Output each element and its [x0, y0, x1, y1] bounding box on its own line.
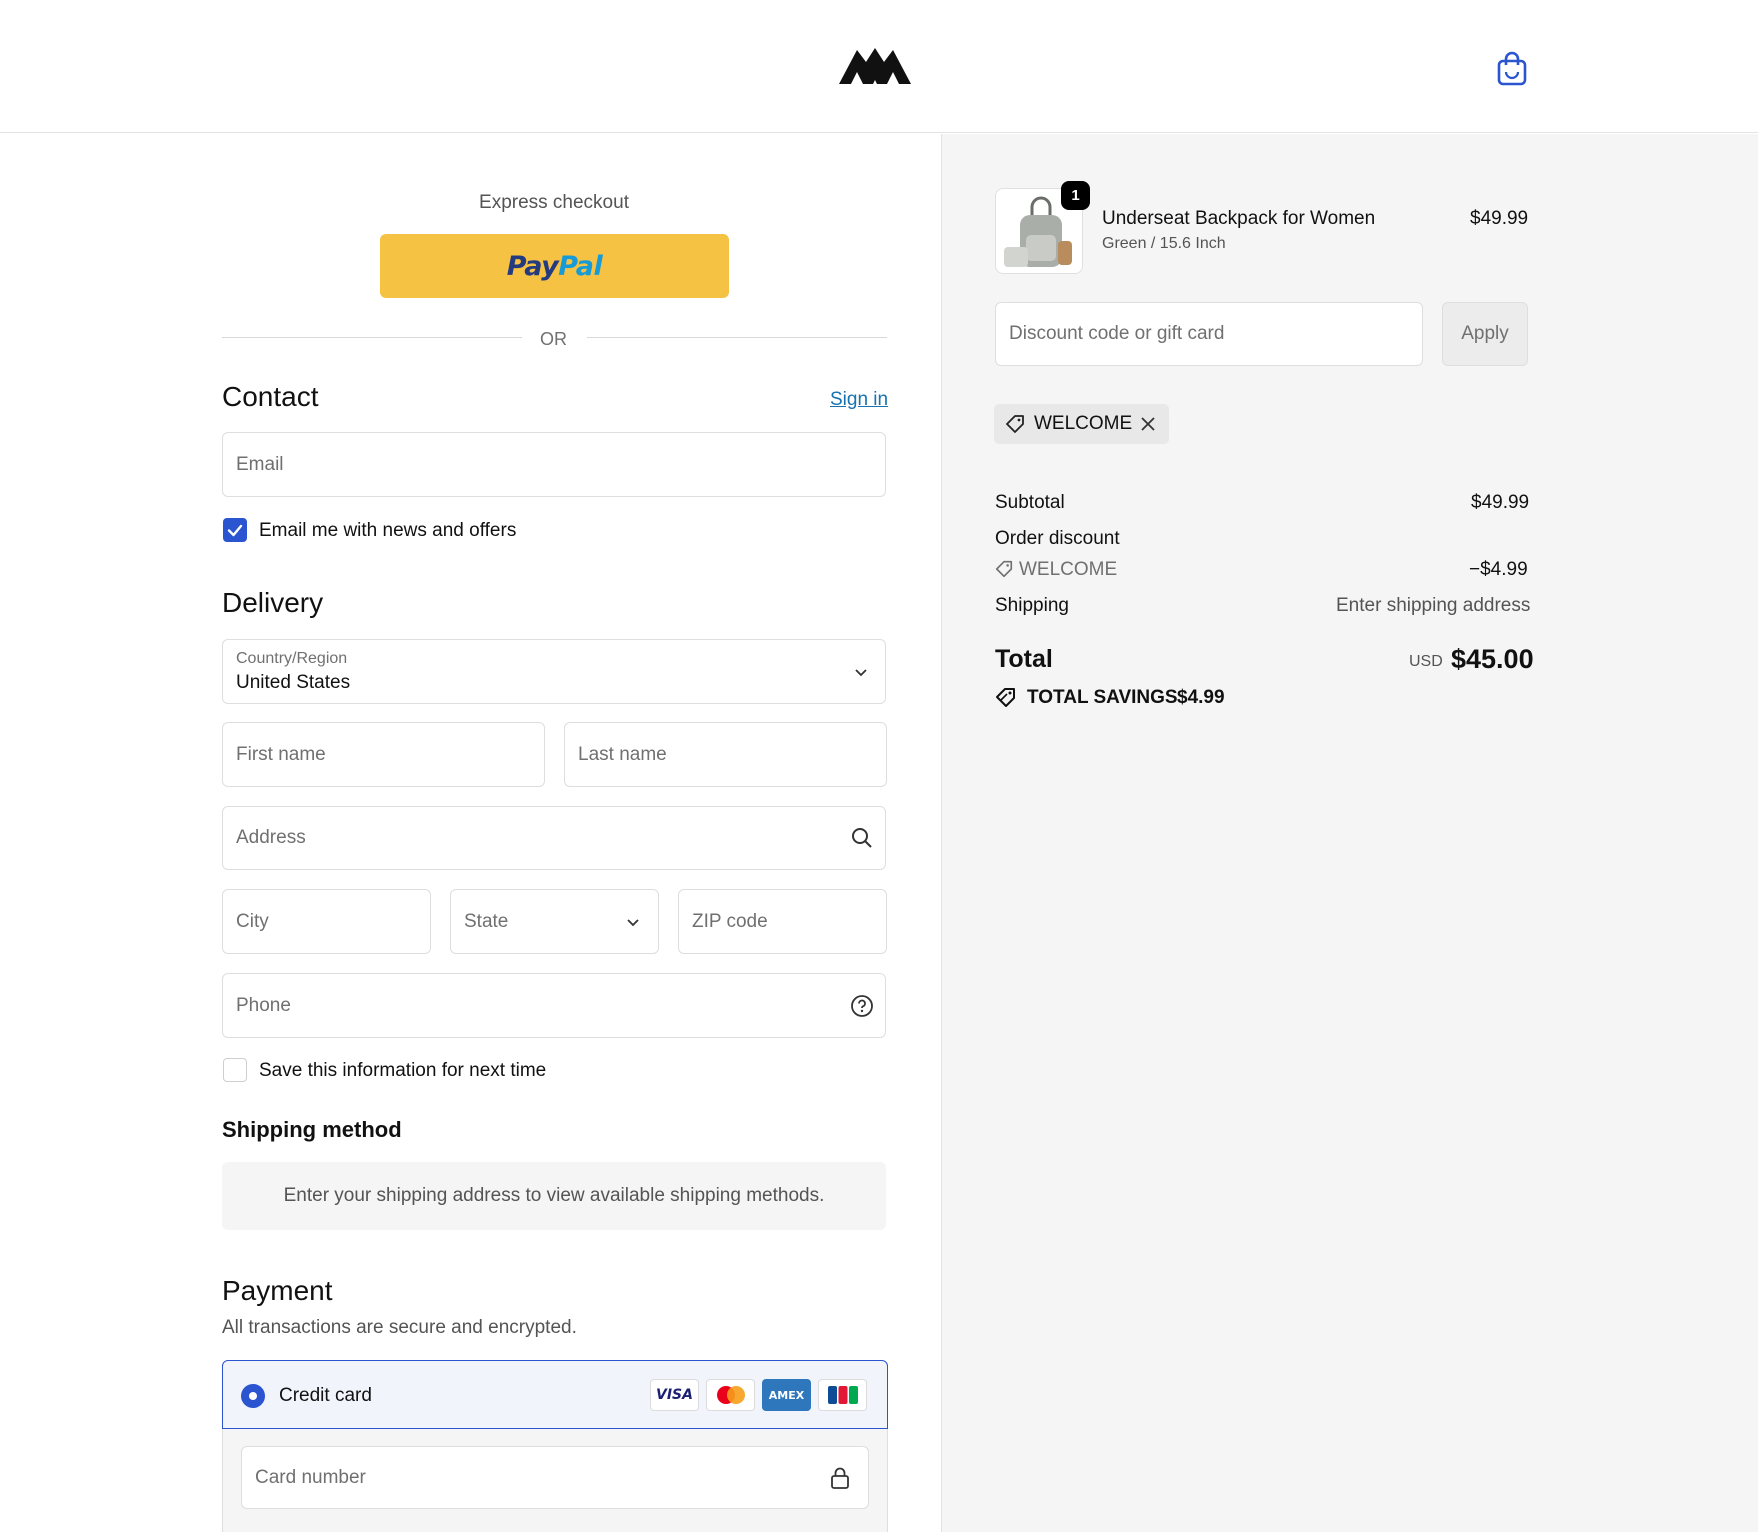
subtotal-label: Subtotal — [995, 492, 1065, 513]
total-label: Total — [995, 645, 1053, 673]
discount-placeholder: Discount code or gift card — [1009, 323, 1225, 344]
savings-tag-icon — [996, 688, 1015, 707]
total-currency: USD — [1409, 653, 1443, 670]
tag-icon — [1006, 415, 1024, 433]
chevron-down-icon — [855, 668, 867, 676]
paypal-logo-pal: Pal — [558, 250, 603, 282]
amex-text: AMEX — [768, 1388, 805, 1402]
shipping-methods-notice: Enter your shipping address to view avai… — [222, 1162, 886, 1230]
shipping-value: Enter shipping address — [1336, 595, 1531, 616]
zip-code-field[interactable]: ZIP code — [678, 889, 887, 954]
payment-subtitle: All transactions are secure and encrypte… — [222, 1317, 577, 1338]
payment-heading: Payment — [222, 1275, 333, 1306]
phone-field[interactable]: Phone — [222, 973, 886, 1038]
apply-discount-button[interactable]: Apply — [1442, 302, 1528, 366]
state-select[interactable]: State — [450, 889, 659, 954]
paypal-logo-pay: Pay — [506, 250, 559, 282]
applied-code-text: WELCOME — [1034, 413, 1133, 434]
sign-in-link[interactable]: Sign in — [830, 389, 888, 411]
country-value: United States — [236, 672, 351, 693]
order-discount-label: Order discount — [995, 528, 1120, 549]
shopping-bag-icon[interactable] — [1495, 50, 1529, 86]
check-icon — [227, 524, 243, 537]
discount-code-field[interactable]: Discount code or gift card — [995, 302, 1423, 366]
save-info-checkbox[interactable] — [223, 1058, 247, 1082]
country-label: Country/Region — [236, 650, 348, 667]
newsletter-label: Email me with news and offers — [259, 520, 517, 541]
card-number-placeholder: Card number — [255, 1466, 366, 1488]
zip-placeholder: ZIP code — [692, 910, 768, 932]
last-name-placeholder: Last name — [578, 743, 667, 765]
quantity-badge: 1 — [1061, 181, 1090, 210]
contact-heading: Contact — [222, 381, 319, 412]
search-icon — [852, 828, 872, 848]
applied-code-chip: WELCOME — [994, 404, 1169, 444]
jcb-logo-icon — [818, 1379, 867, 1411]
newsletter-checkbox[interactable] — [223, 518, 247, 542]
amex-logo-icon: AMEX — [762, 1379, 811, 1411]
paypal-button[interactable]: Pay Pal — [380, 234, 729, 298]
help-icon[interactable] — [850, 994, 874, 1018]
divider-left — [222, 337, 522, 338]
chevron-down-icon — [627, 918, 639, 926]
state-placeholder: State — [464, 910, 509, 932]
mountain-logo-icon[interactable] — [839, 44, 911, 88]
address-field[interactable]: Address — [222, 806, 886, 870]
total-savings-label: TOTAL SAVINGS — [1027, 687, 1178, 708]
product-variant: Green / 15.6 Inch — [1102, 235, 1226, 252]
city-placeholder: City — [236, 910, 269, 932]
total-value: $45.00 — [1451, 644, 1534, 674]
shipping-label: Shipping — [995, 595, 1069, 616]
close-icon[interactable] — [1140, 416, 1156, 432]
credit-card-option[interactable]: Credit card VISA AMEX — [222, 1360, 888, 1429]
email-placeholder: Email — [236, 453, 284, 475]
address-placeholder: Address — [236, 827, 306, 848]
visa-text: VISA — [656, 1387, 693, 1403]
shipping-method-heading: Shipping method — [222, 1117, 402, 1142]
site-header — [0, 0, 1758, 133]
divider-right — [587, 337, 887, 338]
discount-code-label: WELCOME — [1019, 559, 1118, 580]
first-name-field[interactable]: First name — [222, 722, 545, 787]
country-select[interactable]: Country/Region United States — [222, 639, 886, 704]
lock-icon — [831, 1467, 849, 1489]
email-field[interactable]: Email — [222, 432, 886, 497]
city-field[interactable]: City — [222, 889, 431, 954]
product-name: Underseat Backpack for Women — [1102, 208, 1376, 229]
mastercard-logo-icon — [706, 1379, 755, 1411]
delivery-heading: Delivery — [222, 587, 324, 618]
total-savings-value: $4.99 — [1177, 687, 1225, 708]
visa-logo-icon: VISA — [650, 1379, 699, 1411]
phone-placeholder: Phone — [236, 994, 291, 1016]
credit-card-radio[interactable] — [241, 1384, 265, 1408]
tag-icon — [995, 560, 1013, 578]
first-name-placeholder: First name — [236, 743, 326, 765]
last-name-field[interactable]: Last name — [564, 722, 887, 787]
card-details-area: Card number — [222, 1429, 888, 1532]
or-divider-text: OR — [540, 329, 567, 349]
card-number-field[interactable]: Card number — [241, 1446, 869, 1509]
product-price: $49.99 — [1470, 208, 1529, 229]
save-info-label: Save this information for next time — [259, 1060, 547, 1081]
discount-amount: −$4.99 — [1469, 559, 1528, 580]
credit-card-label: Credit card — [279, 1385, 372, 1406]
express-checkout-title: Express checkout — [479, 192, 629, 213]
shipping-notice-text: Enter your shipping address to view avai… — [283, 1185, 825, 1206]
subtotal-value: $49.99 — [1471, 492, 1530, 513]
